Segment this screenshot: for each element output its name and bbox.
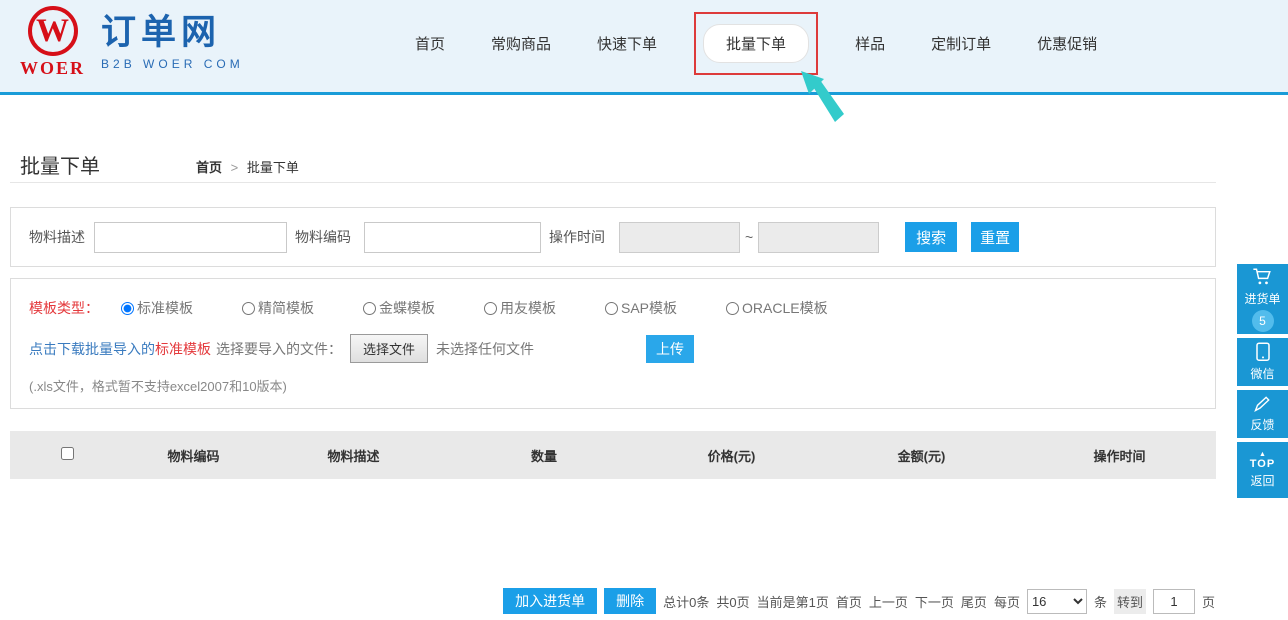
- material-code-label: 物料编码: [295, 227, 351, 247]
- results-table-header: 物料编码 物料描述 数量 价格(元) 金额(元) 操作时间: [10, 431, 1216, 479]
- nav-samples[interactable]: 样品: [855, 33, 885, 54]
- date-from-input[interactable]: [619, 222, 740, 253]
- nav-bulk-order[interactable]: 批量下单: [703, 24, 809, 63]
- material-code-input[interactable]: [364, 222, 541, 253]
- choose-file-label: 选择要导入的文件：: [216, 339, 342, 359]
- goto-page-input[interactable]: [1153, 589, 1195, 614]
- template-upload-panel: 模板类型： 标准模板 精简模板 金蝶模板 用友模板 SAP模板: [10, 278, 1216, 409]
- annotation-arrow-icon: [799, 70, 845, 124]
- radio-oracle-template[interactable]: ORACLE模板: [726, 298, 828, 318]
- col-price: 价格(元): [643, 446, 820, 465]
- nav-quick-order[interactable]: 快速下单: [597, 33, 657, 54]
- top-text: TOP: [1250, 458, 1275, 470]
- download-template-name-link[interactable]: 标准模板: [155, 339, 211, 359]
- goto-page-button[interactable]: 转到: [1114, 589, 1146, 614]
- breadcrumb: 首页 > 批量下单: [196, 157, 299, 176]
- sidebar-feedback-label: 反馈: [1250, 416, 1274, 433]
- current-page-text: 当前是第1页: [757, 592, 829, 611]
- col-operate-time: 操作时间: [1023, 446, 1216, 465]
- nav-bulk-order-wrap: 批量下单: [703, 24, 809, 63]
- site-name: 订单网: [101, 14, 244, 53]
- breadcrumb-separator: >: [231, 160, 239, 175]
- breadcrumb-home[interactable]: 首页: [196, 160, 222, 175]
- nav-promotions[interactable]: 优惠促销: [1037, 33, 1097, 54]
- breadcrumb-current: 批量下单: [247, 160, 299, 175]
- nav-custom-order[interactable]: 定制订单: [931, 33, 991, 54]
- cart-count-badge: 5: [1252, 310, 1274, 332]
- template-type-row: 模板类型： 标准模板 精简模板 金蝶模板 用友模板 SAP模板: [29, 298, 1215, 318]
- col-amount: 金额(元): [820, 446, 1023, 465]
- page-title: 批量下单: [20, 150, 100, 179]
- pagination-bar: 加入进货单 删除 总计0条 共0页 当前是第1页 首页 上一页 下一页 尾页 每…: [503, 588, 1215, 614]
- sidebar-back-to-top-button[interactable]: ▲ TOP 返回: [1237, 442, 1288, 498]
- total-pages-text: 共0页: [716, 592, 749, 611]
- first-page-link[interactable]: 首页: [836, 592, 862, 611]
- search-button[interactable]: 搜索: [905, 222, 957, 252]
- woer-logo-icon: W WOER: [20, 6, 85, 79]
- choose-file-button[interactable]: 选择文件: [350, 334, 428, 363]
- add-to-cart-button[interactable]: 加入进货单: [503, 588, 597, 614]
- logo-word: WOER: [20, 58, 85, 79]
- material-desc-input[interactable]: [94, 222, 287, 253]
- nav-home[interactable]: 首页: [415, 33, 445, 54]
- delete-button[interactable]: 删除: [604, 588, 656, 614]
- reset-button[interactable]: 重置: [971, 222, 1019, 252]
- logo-circle-w: W: [28, 6, 78, 56]
- sidebar-cart-button[interactable]: 进货单 5: [1237, 264, 1288, 334]
- phone-icon: [1255, 342, 1271, 362]
- no-file-chosen-text: 未选择任何文件: [436, 339, 534, 359]
- logo-text: 订单网 B2B WOER COM: [101, 14, 244, 72]
- site-subtitle: B2B WOER COM: [101, 57, 244, 71]
- sidebar-cart-label: 进货单: [1244, 290, 1280, 307]
- radio-simple-template[interactable]: 精简模板: [242, 298, 314, 318]
- sidebar-feedback-button[interactable]: 反馈: [1237, 390, 1288, 438]
- download-template-link[interactable]: 点击下载批量导入的: [29, 339, 155, 359]
- page-unit: 页: [1202, 592, 1215, 611]
- select-all-cell: [10, 447, 125, 463]
- material-desc-label: 物料描述: [29, 227, 85, 247]
- radio-yonyou-template[interactable]: 用友模板: [484, 298, 556, 318]
- pencil-icon: [1253, 395, 1273, 413]
- radio-input-sap[interactable]: [605, 302, 618, 315]
- title-divider: [10, 182, 1216, 183]
- upload-row: 点击下载批量导入的 标准模板 选择要导入的文件： 选择文件 未选择任何文件 上传: [29, 334, 1215, 363]
- main-nav: 首页 常购商品 快速下单 批量下单 样品 定制订单 优惠促销: [415, 22, 1097, 64]
- per-page-label: 每页: [994, 592, 1020, 611]
- radio-sap-template[interactable]: SAP模板: [605, 298, 677, 318]
- total-count-text: 总计0条: [663, 592, 709, 611]
- radio-input-yonyou[interactable]: [484, 302, 497, 315]
- site-header: W WOER 订单网 B2B WOER COM 首页 常购商品 快速下单 批量下…: [0, 0, 1288, 95]
- radio-input-standard[interactable]: [121, 302, 134, 315]
- date-range-separator: ~: [745, 229, 753, 245]
- right-toolbar: 进货单 5 微信 反馈 ▲ TOP 返回: [1237, 264, 1288, 498]
- search-form: 物料描述 物料编码 操作时间 ~ 搜索 重置: [10, 207, 1216, 267]
- nav-frequent-goods[interactable]: 常购商品: [491, 33, 551, 54]
- col-material-desc: 物料描述: [262, 446, 445, 465]
- col-material-code: 物料编码: [125, 446, 262, 465]
- prev-page-link[interactable]: 上一页: [869, 592, 908, 611]
- col-quantity: 数量: [445, 446, 643, 465]
- xls-format-note: (.xls文件，格式暂不支持excel2007和10版本): [29, 376, 1215, 395]
- per-page-select[interactable]: 16: [1027, 589, 1087, 614]
- last-page-link[interactable]: 尾页: [961, 592, 987, 611]
- upload-button[interactable]: 上传: [646, 335, 694, 363]
- radio-kingdee-template[interactable]: 金蝶模板: [363, 298, 435, 318]
- per-page-unit: 条: [1094, 592, 1107, 611]
- select-all-checkbox[interactable]: [61, 447, 74, 460]
- sidebar-back-label: 返回: [1250, 472, 1274, 489]
- radio-input-oracle[interactable]: [726, 302, 739, 315]
- logo[interactable]: W WOER 订单网 B2B WOER COM: [20, 6, 244, 79]
- template-type-label: 模板类型：: [29, 298, 99, 318]
- sidebar-wechat-label: 微信: [1250, 365, 1274, 382]
- next-page-link[interactable]: 下一页: [915, 592, 954, 611]
- radio-standard-template[interactable]: 标准模板: [121, 298, 193, 318]
- sidebar-wechat-button[interactable]: 微信: [1237, 338, 1288, 386]
- page: W WOER 订单网 B2B WOER COM 首页 常购商品 快速下单 批量下…: [0, 0, 1288, 620]
- cart-icon: [1252, 267, 1274, 287]
- operate-time-label: 操作时间: [549, 227, 605, 247]
- radio-input-kingdee[interactable]: [363, 302, 376, 315]
- date-to-input[interactable]: [758, 222, 879, 253]
- radio-input-simple[interactable]: [242, 302, 255, 315]
